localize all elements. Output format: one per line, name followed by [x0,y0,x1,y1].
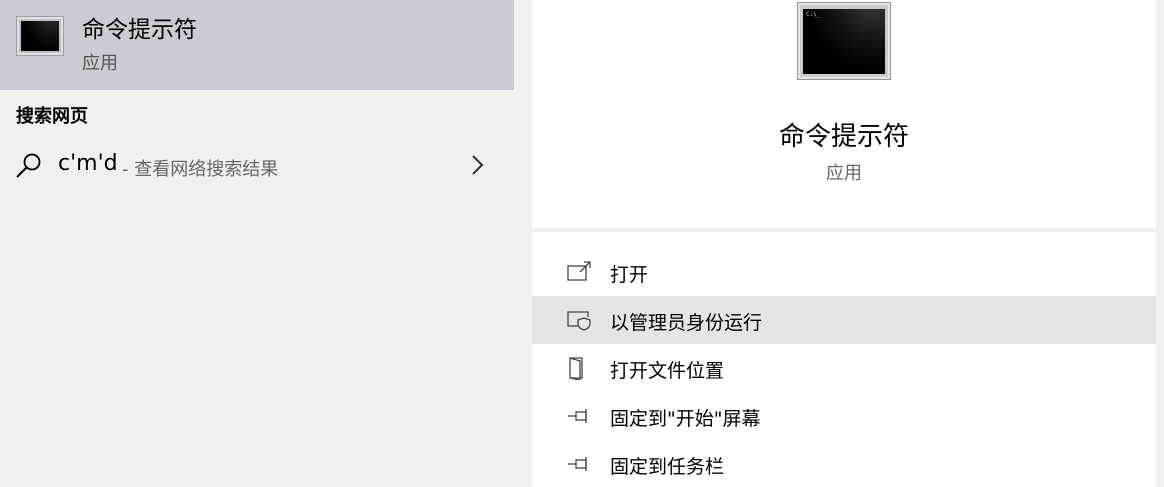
action-label: 打开文件位置 [610,360,725,382]
file-location-icon [569,357,583,380]
best-match-title: 命令提示符 [82,17,197,43]
windows-search-panel: 命令提示符 应用 搜索网页 c'm'd - 查看网络搜索结果 C:\_ 命令提示… [0,0,1164,487]
detail-pane: C:\_ 命令提示符 应用 打开 以管理员身份运行 打开文件位置 固定到"开始"… [532,0,1156,487]
chevron-right-icon[interactable] [466,153,490,177]
search-query: c'm'd [58,151,118,176]
web-search-result[interactable]: c'm'd - 查看网络搜索结果 [0,142,514,192]
run-as-admin-icon [567,311,591,331]
action-label: 以管理员身份运行 [610,312,763,334]
web-result-suffix: - 查看网络搜索结果 [122,159,279,180]
detail-title: 命令提示符 [778,122,909,152]
action-run-as-admin[interactable]: 以管理员身份运行 [532,296,1156,344]
pin-icon [568,457,587,471]
detail-header: C:\_ 命令提示符 应用 [532,0,1156,228]
scroll-edge [1156,0,1164,487]
detail-subtitle: 应用 [826,163,862,184]
pin-icon [568,409,587,423]
action-open-file-location[interactable]: 打开文件位置 [532,344,1156,392]
action-pin-to-start[interactable]: 固定到"开始"屏幕 [532,392,1156,440]
action-label: 固定到任务栏 [610,456,725,478]
web-section-heading: 搜索网页 [16,106,88,127]
cmd-app-icon-large: C:\_ [797,2,891,80]
pane-gap [514,0,532,487]
action-label: 打开 [610,264,649,286]
best-match-result[interactable]: 命令提示符 应用 [0,0,514,90]
action-label: 固定到"开始"屏幕 [610,408,761,430]
open-icon [567,261,591,281]
best-match-subtitle: 应用 [82,53,118,74]
action-pin-to-taskbar[interactable]: 固定到任务栏 [532,440,1156,487]
search-icon [16,153,41,178]
action-open[interactable]: 打开 [532,248,1156,296]
results-pane: 命令提示符 应用 搜索网页 c'm'd - 查看网络搜索结果 [0,0,514,487]
action-list: 打开 以管理员身份运行 打开文件位置 固定到"开始"屏幕 固定到任务栏 [532,248,1156,487]
divider [532,228,1156,232]
cmd-app-icon [16,16,64,56]
icon-prompt-text: C:\_ [806,11,821,18]
